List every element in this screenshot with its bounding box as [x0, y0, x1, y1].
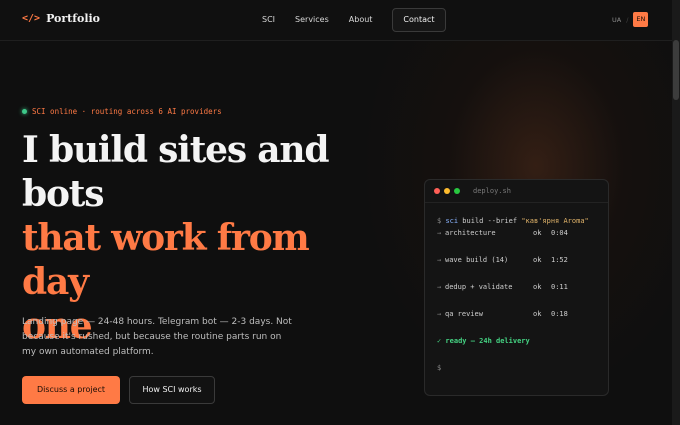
- task-status: ok: [533, 256, 542, 264]
- nav-links: SCI Services About Contact: [262, 8, 446, 32]
- terminal-command: $ sci build --brief "кав'ярня Aroma": [437, 215, 608, 227]
- nav-link-services[interactable]: Services: [295, 8, 329, 32]
- arrow-icon: →: [437, 256, 442, 264]
- terminal-row: → architecture ok 0:04: [437, 227, 608, 239]
- logo[interactable]: </> Portfolio: [22, 12, 100, 25]
- command-args: build --brief: [458, 217, 522, 225]
- scrollbar-thumb[interactable]: [673, 40, 679, 100]
- task-time: 0:18: [551, 310, 568, 318]
- task-name: dedup + validate: [445, 283, 513, 291]
- task-time: 1:52: [551, 256, 568, 264]
- headline-line-1: I build sites and: [22, 129, 330, 171]
- minimize-dot-icon: [444, 188, 450, 194]
- terminal-titlebar: deploy.sh: [425, 180, 608, 203]
- logo-text: Portfolio: [46, 12, 101, 25]
- top-nav: </> Portfolio SCI Services About Contact…: [0, 0, 672, 41]
- terminal-title: deploy.sh: [473, 187, 511, 195]
- task-name: wave build (14): [445, 256, 509, 264]
- hero-description: Landing page — 24-48 hours. Telegram bot…: [22, 317, 292, 357]
- arrow-icon: →: [437, 229, 442, 237]
- close-dot-icon: [434, 188, 440, 194]
- task-status: ok: [533, 310, 542, 318]
- task-time: 0:04: [551, 229, 568, 237]
- command-keyword: sci: [445, 217, 459, 225]
- contact-button[interactable]: Contact: [392, 8, 446, 32]
- terminal-row: → dedup + validate ok 0:11: [437, 281, 608, 293]
- terminal-body: $ sci build --brief "кав'ярня Aroma" → a…: [425, 203, 608, 374]
- how-sci-works-button[interactable]: How SCI works: [129, 376, 215, 404]
- status-text: SCI online · routing across 6 AI provide…: [32, 107, 222, 116]
- task-name: architecture: [445, 229, 496, 237]
- nav-link-about[interactable]: About: [349, 8, 373, 32]
- nav-link-sci[interactable]: SCI: [262, 8, 275, 32]
- language-switcher: UA / EN: [612, 12, 649, 27]
- prompt-symbol: $: [437, 217, 442, 225]
- task-status: ok: [533, 229, 542, 237]
- terminal-row: → qa review ok 0:18: [437, 308, 608, 320]
- code-icon: </>: [22, 13, 41, 24]
- lang-ua-option[interactable]: UA: [612, 16, 621, 24]
- lang-en-option[interactable]: EN: [633, 12, 649, 27]
- status-line: SCI online · routing across 6 AI provide…: [22, 107, 222, 116]
- headline-accent-line-1: that work from day: [22, 217, 310, 303]
- ready-message: ✓ ready — 24h delivery: [437, 337, 530, 345]
- arrow-icon: →: [437, 283, 442, 291]
- headline-line-2: bots: [22, 173, 104, 215]
- terminal-window: deploy.sh $ sci build --brief "кав'ярня …: [424, 179, 609, 396]
- arrow-icon: →: [437, 310, 442, 318]
- final-prompt: $: [437, 364, 442, 372]
- command-string: "кав'ярня Aroma": [521, 217, 589, 225]
- lang-separator: /: [626, 15, 629, 24]
- task-time: 0:11: [551, 283, 568, 291]
- terminal-row: → wave build (14) ok 1:52: [437, 254, 608, 266]
- discuss-project-button[interactable]: Discuss a project: [22, 376, 120, 404]
- page-scrollbar[interactable]: [672, 0, 680, 425]
- task-name: qa review: [445, 310, 483, 318]
- maximize-dot-icon: [454, 188, 460, 194]
- status-dot-icon: [22, 109, 27, 114]
- task-status: ok: [533, 283, 542, 291]
